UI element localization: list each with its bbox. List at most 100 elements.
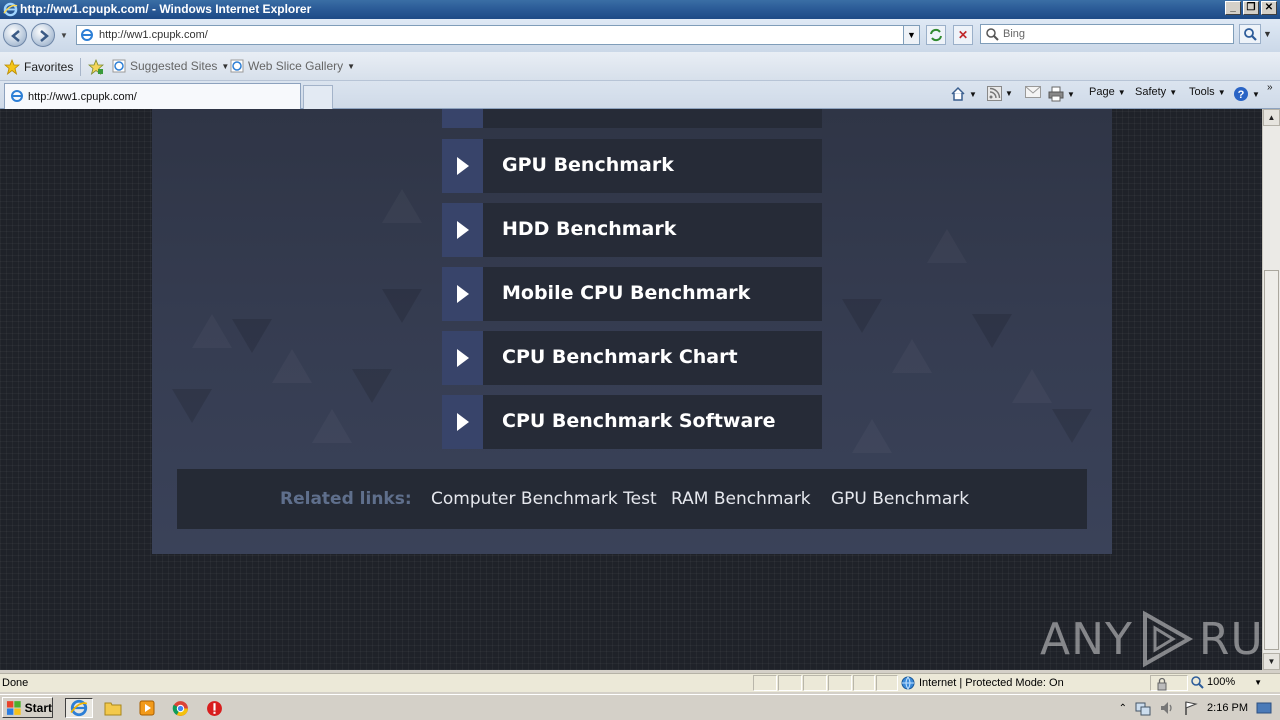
decor-triangle [382,289,422,323]
scroll-up-button[interactable]: ▲ [1263,109,1280,126]
toolbar-overflow-chevron[interactable]: » [1267,82,1273,93]
scroll-down-button[interactable]: ▼ [1263,653,1280,670]
page-viewport: GPU Benchmark HDD Benchmark Mobile CPU B… [0,109,1262,670]
status-cell [778,675,802,691]
media-player-icon [139,700,155,716]
related-link-ram-benchmark[interactable]: RAM Benchmark [671,489,811,509]
zoom-control[interactable]: 100% ▼ [1190,675,1262,689]
zoom-level: 100% [1207,676,1236,688]
compatibility-refresh-button[interactable] [926,25,946,45]
search-input[interactable]: Bing [980,24,1234,44]
decor-triangle [972,314,1012,348]
search-options-dropdown[interactable]: ▼ [1263,29,1272,39]
tab-bar: http://ww1.cpupk.com/ ▼ ▼ ▼ Page ▼ Safet… [0,81,1280,109]
taskbar-chrome-button[interactable] [169,698,191,718]
menu-item-mobile-cpu-benchmark[interactable]: Mobile CPU Benchmark [442,267,822,321]
system-tray: ⌃ 2:16 PM [1119,697,1280,719]
decor-triangle [312,409,352,443]
action-center-flag-icon[interactable] [1183,700,1199,716]
play-arrow-icon [457,221,469,239]
forward-arrow-icon [40,30,49,42]
read-mail-button[interactable] [1025,86,1041,98]
menu-item-label: HDD Benchmark [502,218,677,240]
print-button[interactable]: ▼ [1048,86,1075,102]
printer-icon [1048,86,1064,102]
search-placeholder: Bing [1003,28,1026,40]
related-link-computer-benchmark-test[interactable]: Computer Benchmark Test [431,489,657,509]
protected-mode-cell[interactable] [1150,675,1188,691]
menu-item-partial[interactable] [442,109,822,128]
decor-triangle [232,319,272,353]
security-zone[interactable]: Internet | Protected Mode: On [898,675,1148,691]
decor-triangle [892,339,932,373]
forward-button[interactable] [31,23,55,47]
address-input[interactable]: http://ww1.cpupk.com/ ▼ [76,25,920,45]
home-button[interactable]: ▼ [950,86,977,102]
add-to-favorites-bar-button[interactable] [88,59,104,75]
refresh-icon [930,28,942,42]
start-button[interactable]: Start [2,697,53,718]
minimize-button[interactable]: _ [1225,1,1241,15]
favorites-bar: Favorites Suggested Sites ▼ Web Slice Ga… [0,52,1280,81]
tools-menu[interactable]: Tools ▼ [1189,86,1226,98]
tools-menu-label: Tools [1189,86,1215,98]
page-menu[interactable]: Page ▼ [1089,86,1126,98]
suggested-sites-button[interactable]: Suggested Sites ▼ [112,59,229,73]
chevron-down-icon: ▼ [1117,87,1126,97]
menu-item-label: CPU Benchmark Software [502,410,776,432]
vertical-scrollbar[interactable]: ▲ ▼ [1262,109,1280,670]
tab-label: http://ww1.cpupk.com/ [28,91,137,103]
taskbar-explorer-button[interactable] [102,698,124,718]
search-button[interactable] [1239,24,1261,44]
decor-triangle [192,314,232,348]
volume-icon[interactable] [1159,700,1175,716]
menu-item-hdd-benchmark[interactable]: HDD Benchmark [442,203,822,257]
decor-triangle [172,389,212,423]
play-arrow-icon [457,285,469,303]
safety-menu[interactable]: Safety ▼ [1135,86,1177,98]
chevron-down-icon: ▼ [1252,89,1260,99]
help-button[interactable]: ? ▼ [1233,86,1260,102]
show-desktop-icon[interactable] [1256,701,1272,715]
show-hidden-icons-chevron-icon[interactable]: ⌃ [1119,703,1127,714]
favorites-button[interactable]: Favorites [4,59,73,75]
menu-arrow-box [442,203,483,257]
watermark-text-left: ANY [1040,613,1133,665]
globe-icon [901,676,915,690]
stop-x-icon: ✕ [957,28,969,42]
maximize-button[interactable]: ❐ [1243,1,1259,15]
back-button[interactable] [3,23,27,47]
chevron-down-icon: ▼ [1169,87,1178,97]
page-menu-label: Page [1089,86,1115,98]
new-tab-button[interactable] [303,85,333,109]
zoom-icon [1191,676,1204,689]
taskbar-media-player-button[interactable] [136,698,158,718]
security-zone-label: Internet | Protected Mode: On [919,677,1064,689]
recent-pages-dropdown[interactable]: ▼ [60,31,68,40]
navigation-bar: ▼ http://ww1.cpupk.com/ ▼ ✕ Bing ▼ [0,19,1280,52]
menu-arrow-box [442,267,483,321]
taskbar-ie-button[interactable] [65,698,93,718]
rss-feed-icon [987,86,1002,101]
play-arrow-icon [457,349,469,367]
stop-button[interactable]: ✕ [953,25,973,45]
scroll-thumb[interactable] [1264,270,1279,650]
menu-item-cpu-benchmark-software[interactable]: CPU Benchmark Software [442,395,822,449]
close-button[interactable]: ✕ [1261,1,1277,15]
favorites-divider [80,58,81,76]
taskbar-app-button[interactable] [203,698,225,718]
related-link-gpu-benchmark[interactable]: GPU Benchmark [831,489,969,509]
tab-active[interactable]: http://ww1.cpupk.com/ [4,83,301,109]
menu-item-cpu-benchmark-chart[interactable]: CPU Benchmark Chart [442,331,822,385]
address-dropdown-button[interactable]: ▼ [903,26,919,44]
taskbar: Start ⌃ 2:16 PM [0,694,1280,720]
network-icon[interactable] [1135,700,1151,716]
search-icon [986,28,999,41]
clock[interactable]: 2:16 PM [1207,702,1248,714]
feeds-button[interactable]: ▼ [987,86,1013,101]
menu-item-gpu-benchmark[interactable]: GPU Benchmark [442,139,822,193]
menu-item-label: CPU Benchmark Chart [502,346,738,368]
status-cell [803,675,827,691]
status-cell [828,675,852,691]
web-slice-gallery-button[interactable]: Web Slice Gallery ▼ [230,59,355,73]
